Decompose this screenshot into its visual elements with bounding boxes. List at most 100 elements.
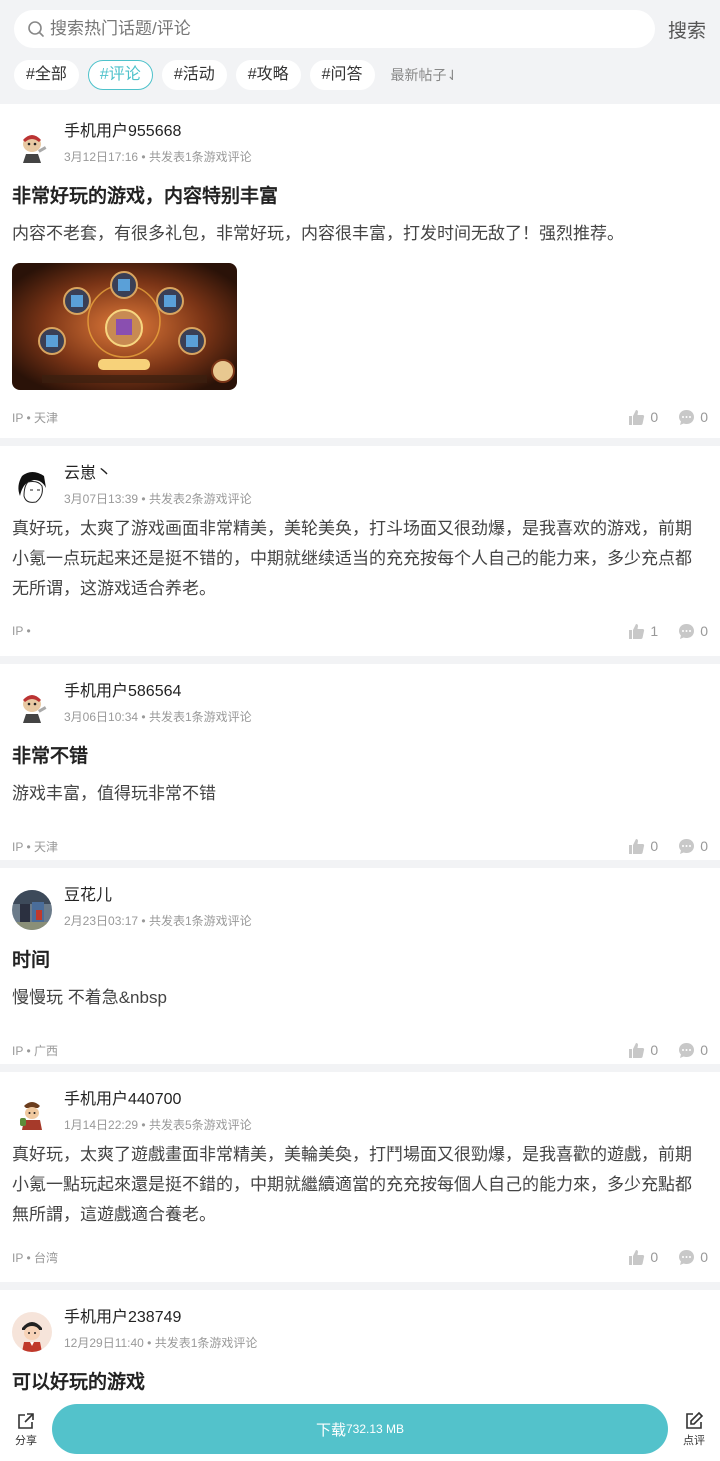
user-info: 云崽丶 3月07日13:39 • 共发表2条游戏评论 bbox=[64, 462, 252, 508]
user-info: 手机用户238749 12月29日11:40 • 共发表1条游戏评论 bbox=[64, 1306, 257, 1352]
search-box[interactable] bbox=[14, 10, 655, 48]
comment-count: 0 bbox=[700, 1042, 708, 1058]
post-meta: 12月29日11:40 • 共发表1条游戏评论 bbox=[64, 1336, 258, 1350]
post-content: 慢慢玩 不着急&nbsp bbox=[12, 988, 167, 1007]
comment-button[interactable]: 0 bbox=[678, 623, 708, 640]
post-author: 豆花儿 2月23日03:17 • 共发表1条游戏评论 bbox=[12, 884, 708, 930]
comment-button[interactable]: 0 bbox=[678, 1042, 708, 1059]
sort-dropdown[interactable]: 最新帖子⇃ bbox=[391, 65, 459, 85]
post-author: 手机用户955668 3月12日17:16 • 共发表1条游戏评论 bbox=[12, 120, 708, 166]
username[interactable]: 手机用户955668 bbox=[64, 120, 252, 144]
post-date: 2月23日03:17 bbox=[64, 914, 139, 928]
post-image[interactable] bbox=[12, 263, 237, 390]
comment-count: 0 bbox=[700, 1249, 708, 1265]
share-label: 分享 bbox=[15, 1434, 37, 1447]
post-card[interactable]: 手机用户955668 3月12日17:16 • 共发表1条游戏评论 非常好玩的游… bbox=[0, 104, 720, 438]
user-info: 手机用户586564 3月06日10:34 • 共发表1条游戏评论 bbox=[64, 680, 252, 726]
comment-button[interactable]: 0 bbox=[678, 1249, 708, 1266]
edit-icon bbox=[686, 1411, 704, 1429]
search-button[interactable]: 搜索 bbox=[666, 16, 706, 43]
username[interactable]: 手机用户238749 bbox=[64, 1306, 257, 1330]
user-info: 手机用户440700 1月14日22:29 • 共发表5条游戏评论 bbox=[64, 1088, 252, 1134]
post-author: 手机用户238749 12月29日11:40 • 共发表1条游戏评论 bbox=[12, 1306, 708, 1352]
review-count: 共发表1条游戏评论 bbox=[148, 914, 252, 928]
like-count: 0 bbox=[650, 1042, 659, 1058]
like-button[interactable]: 0 bbox=[628, 1249, 658, 1266]
tag-review[interactable]: #评论 bbox=[87, 60, 153, 90]
post-author: 手机用户440700 1月14日22:29 • 共发表5条游戏评论 bbox=[12, 1088, 708, 1134]
post-title: 可以好玩的游戏 bbox=[12, 1372, 146, 1393]
post-date: 3月07日13:39 bbox=[64, 492, 139, 506]
post-title: 非常不错 bbox=[12, 746, 89, 767]
review-count: 共发表5条游戏评论 bbox=[148, 1118, 252, 1132]
thumbs-up-icon bbox=[629, 409, 645, 425]
post-footer: IP • 天津 0 0 bbox=[12, 819, 708, 873]
comment-count: 0 bbox=[700, 623, 708, 639]
like-button[interactable]: 1 bbox=[628, 623, 658, 640]
post-card[interactable]: 手机用户586564 3月06日10:34 • 共发表1条游戏评论 非常不错 游… bbox=[0, 664, 720, 860]
comment-count: 0 bbox=[700, 409, 708, 425]
post-footer: IP • 台湾 0 0 bbox=[12, 1230, 708, 1284]
tag-all[interactable]: #全部 bbox=[14, 60, 79, 90]
ip-location: IP • 广西 bbox=[12, 1043, 58, 1058]
post-card[interactable]: 手机用户440700 1月14日22:29 • 共发表5条游戏评论 真好玩，太爽… bbox=[0, 1072, 720, 1282]
download-button[interactable]: 下载 732.13 MB bbox=[52, 1404, 668, 1454]
post-date: 1月14日22:29 bbox=[64, 1118, 139, 1132]
avatar[interactable] bbox=[12, 890, 52, 930]
like-button[interactable]: 0 bbox=[628, 409, 658, 426]
post-meta: 1月14日22:29 • 共发表5条游戏评论 bbox=[64, 1118, 252, 1132]
user-info: 手机用户955668 3月12日17:16 • 共发表1条游戏评论 bbox=[64, 120, 252, 166]
comment-button[interactable]: 0 bbox=[678, 409, 708, 426]
post-footer: IP • 天津 0 0 bbox=[12, 390, 708, 444]
user-info: 豆花儿 2月23日03:17 • 共发表1条游戏评论 bbox=[64, 884, 252, 930]
review-count: 共发表2条游戏评论 bbox=[148, 492, 252, 506]
post-content: 真好玩，太爽了遊戲畫面非常精美，美輪美奐，打鬥場面又很勁爆，是我喜歡的遊戲，前期… bbox=[12, 1145, 692, 1224]
thumbs-up-icon bbox=[629, 838, 645, 854]
post-author: 云崽丶 3月07日13:39 • 共发表2条游戏评论 bbox=[12, 462, 708, 508]
like-button[interactable]: 0 bbox=[628, 1042, 658, 1059]
share-button[interactable]: 分享 bbox=[4, 1411, 48, 1448]
username[interactable]: 手机用户586564 bbox=[64, 680, 252, 704]
ip-location: IP • 台湾 bbox=[12, 1250, 58, 1265]
post-meta: 3月07日13:39 • 共发表2条游戏评论 bbox=[64, 492, 252, 506]
username[interactable]: 云崽丶 bbox=[64, 462, 252, 486]
search-icon bbox=[28, 21, 44, 37]
thumbs-up-icon bbox=[629, 623, 645, 639]
avatar[interactable] bbox=[12, 1094, 52, 1134]
tag-guide[interactable]: #攻略 bbox=[235, 60, 301, 90]
post-author: 手机用户586564 3月06日10:34 • 共发表1条游戏评论 bbox=[12, 680, 708, 726]
review-label: 点评 bbox=[683, 1434, 705, 1447]
post-date: 3月06日10:34 bbox=[64, 710, 139, 724]
ip-location: IP • 天津 bbox=[12, 410, 58, 425]
review-button[interactable]: 点评 bbox=[672, 1411, 716, 1448]
search-row: 搜索 bbox=[14, 10, 706, 48]
ip-location: IP • 天津 bbox=[12, 839, 58, 854]
username[interactable]: 手机用户440700 bbox=[64, 1088, 252, 1112]
review-count: 共发表1条游戏评论 bbox=[148, 150, 252, 164]
thumbs-up-icon bbox=[629, 1249, 645, 1265]
username[interactable]: 豆花儿 bbox=[64, 884, 252, 908]
post-meta: 3月06日10:34 • 共发表1条游戏评论 bbox=[64, 710, 252, 724]
header: 搜索 #全部 #评论 #活动 #攻略 #问答 最新帖子⇃ bbox=[0, 0, 720, 104]
comment-button[interactable]: 0 bbox=[678, 838, 708, 855]
avatar[interactable] bbox=[12, 468, 52, 508]
like-button[interactable]: 0 bbox=[628, 838, 658, 855]
avatar[interactable] bbox=[12, 1312, 52, 1352]
tags-row: #全部 #评论 #活动 #攻略 #问答 最新帖子⇃ bbox=[14, 60, 706, 90]
like-count: 0 bbox=[650, 409, 659, 425]
post-card[interactable]: 豆花儿 2月23日03:17 • 共发表1条游戏评论 时间 慢慢玩 不着急&nb… bbox=[0, 868, 720, 1064]
review-count: 共发表1条游戏评论 bbox=[148, 710, 252, 724]
review-count: 共发表1条游戏评论 bbox=[154, 1336, 258, 1350]
ip-location: IP • bbox=[12, 624, 31, 638]
post-meta: 2月23日03:17 • 共发表1条游戏评论 bbox=[64, 914, 252, 928]
avatar[interactable] bbox=[12, 686, 52, 726]
post-card[interactable]: 云崽丶 3月07日13:39 • 共发表2条游戏评论 真好玩，太爽了游戏画面非常… bbox=[0, 446, 720, 656]
download-label: 下载 bbox=[315, 1421, 346, 1439]
post-title: 时间 bbox=[12, 950, 51, 971]
tag-qa[interactable]: #问答 bbox=[309, 60, 375, 90]
search-input[interactable] bbox=[50, 19, 655, 39]
tag-event[interactable]: #活动 bbox=[161, 60, 227, 90]
post-title: 非常好玩的游戏，内容特别丰富 bbox=[12, 186, 279, 207]
avatar[interactable] bbox=[12, 126, 52, 166]
download-size: 732.13 MB bbox=[345, 1422, 405, 1436]
